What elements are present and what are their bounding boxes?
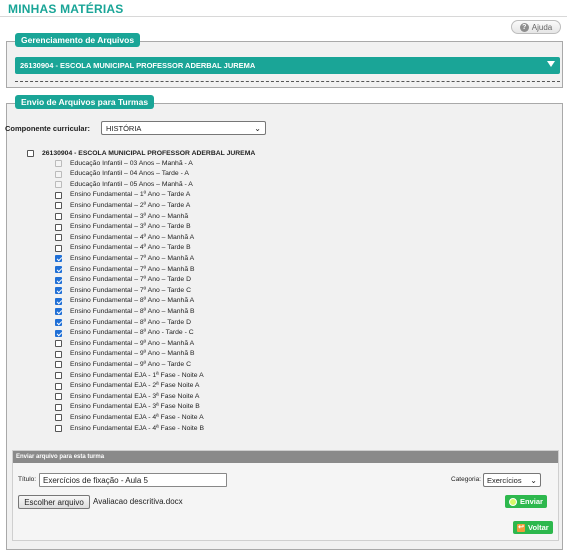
class-checkbox[interactable] xyxy=(55,287,62,295)
class-checkbox-label: Ensino Fundamental EJA - 4ª Fase - Noite… xyxy=(70,424,204,432)
class-checkbox[interactable] xyxy=(55,393,62,401)
title-input-value: Exercícios de fixação - Aula 5 xyxy=(43,475,148,485)
class-checkbox-label: Ensino Fundamental – 7º Ano – Tarde D xyxy=(70,276,192,284)
class-checkbox[interactable] xyxy=(55,308,62,316)
help-label: Ajuda xyxy=(531,22,553,32)
class-checkbox-label: Ensino Fundamental – 9º Ano – Tarde C xyxy=(70,360,192,368)
send-button[interactable]: Enviar xyxy=(505,495,547,508)
class-checkbox[interactable] xyxy=(55,266,62,273)
category-select[interactable]: Exercícios ⌄ xyxy=(483,473,541,487)
class-checkbox-label: Ensino Fundamental – 8º Ano – Manhã B xyxy=(70,307,195,315)
class-checkbox[interactable] xyxy=(55,202,62,210)
chevron-down-icon: ⌄ xyxy=(254,124,261,133)
class-checkbox-label: Ensino Fundamental – 3º Ano – Tarde B xyxy=(70,223,191,231)
class-checkbox[interactable] xyxy=(55,223,62,231)
class-checkbox-label: Ensino Fundamental – 9º Ano – Manhã A xyxy=(70,339,195,347)
dashed-divider xyxy=(15,81,560,82)
class-checkbox[interactable] xyxy=(55,244,62,252)
class-checkbox-label: Ensino Fundamental – 8º Ano - Tarde - C xyxy=(70,329,194,337)
class-checkbox-label: Ensino Fundamental – 8º Ano – Manhã A xyxy=(70,297,195,305)
choose-file-button[interactable]: Escolher arquivo xyxy=(18,495,90,509)
class-checkbox[interactable] xyxy=(55,297,62,305)
class-checkbox-label: Educação Infantil – 04 Anos – Tarde - A xyxy=(70,170,189,178)
school-dropdown[interactable]: 26130904 - ESCOLA MUNICIPAL PROFESSOR AD… xyxy=(15,57,560,74)
school-dropdown-value: 26130904 - ESCOLA MUNICIPAL PROFESSOR AD… xyxy=(20,61,256,70)
class-checkbox-label: Ensino Fundamental EJA - 3ª Fase Noite A xyxy=(70,392,200,400)
title-input[interactable]: Exercícios de fixação - Aula 5 xyxy=(39,473,227,487)
school-checkbox[interactable] xyxy=(27,150,34,157)
class-checkbox[interactable] xyxy=(55,361,62,369)
send-icon xyxy=(509,497,517,506)
class-checkbox-label: Ensino Fundamental EJA - 1ª Fase - Noite… xyxy=(70,371,204,379)
page-title: MINHAS MATÉRIAS xyxy=(8,2,124,16)
back-arrow-icon: ↩ xyxy=(517,523,525,532)
dropdown-arrow-icon xyxy=(547,61,555,67)
class-checkbox-label: Educação Infantil – 05 Anos – Manhã - A xyxy=(70,180,193,188)
selected-file-name: Avaliacao descritiva.docx xyxy=(93,497,183,506)
class-checkbox-label: Ensino Fundamental EJA - 4ª Fase - Noite… xyxy=(70,413,204,421)
class-checkbox[interactable] xyxy=(55,414,62,422)
class-checkbox[interactable] xyxy=(55,403,62,411)
class-checkbox-label: Ensino Fundamental – 1º Ano – Tarde A xyxy=(70,191,191,199)
school-checkbox-label: 26130904 - ESCOLA MUNICIPAL PROFESSOR AD… xyxy=(42,150,256,157)
back-button[interactable]: ↩ Voltar xyxy=(513,521,553,534)
class-checkbox xyxy=(55,170,62,178)
upload-header: Enviar arquivo para esta turma xyxy=(13,451,558,463)
title-divider xyxy=(0,16,567,17)
class-checkbox[interactable] xyxy=(55,382,62,390)
category-select-value: Exercícios xyxy=(487,475,522,485)
class-checkbox-label: Educação Infantil – 03 Anos – Manhã - A xyxy=(70,159,193,167)
class-checkbox-label: Ensino Fundamental – 8º Ano – Tarde D xyxy=(70,318,192,326)
class-checkbox-label: Ensino Fundamental – 7º Ano – Tarde C xyxy=(70,286,192,294)
component-select-value: HISTÓRIA xyxy=(106,123,142,133)
class-checkbox-label: Ensino Fundamental – 7º Ano – Manhã A xyxy=(70,254,195,262)
question-circle-icon: ? xyxy=(519,22,529,32)
upload-section: Enviar arquivo para esta turma Título: E… xyxy=(12,450,559,541)
class-checkbox-label: Ensino Fundamental EJA - 3ª Fase Noite B xyxy=(70,403,200,411)
files-panel-legend: Gerenciamento de Arquivos xyxy=(15,33,141,47)
class-checkbox-label: Ensino Fundamental – 4º Ano – Manhã A xyxy=(70,233,195,241)
class-checkbox[interactable] xyxy=(55,319,62,326)
class-checkbox xyxy=(55,181,62,189)
class-checkbox-label: Ensino Fundamental – 4º Ano – Tarde B xyxy=(70,244,191,252)
class-checkbox[interactable] xyxy=(55,234,62,242)
class-checkbox[interactable] xyxy=(55,329,62,337)
class-checkbox-label: Ensino Fundamental – 7º Ano – Manhã B xyxy=(70,265,195,273)
title-label: Título: xyxy=(18,476,37,483)
help-button[interactable]: ? Ajuda xyxy=(511,20,561,34)
class-checkbox[interactable] xyxy=(55,340,62,348)
send-button-label: Enviar xyxy=(520,497,543,506)
class-checkbox[interactable] xyxy=(55,276,62,284)
class-checkbox xyxy=(55,160,62,167)
class-checkbox[interactable] xyxy=(55,213,62,220)
component-select[interactable]: HISTÓRIA ⌄ xyxy=(101,121,266,135)
class-checkbox-label: Ensino Fundamental EJA - 2ª Fase Noite A xyxy=(70,382,200,390)
send-panel-legend: Envio de Arquivos para Turmas xyxy=(15,95,155,109)
class-checkbox-label: Ensino Fundamental – 9º Ano – Manhã B xyxy=(70,350,195,358)
component-label: Componente curricular: xyxy=(5,124,91,133)
files-panel: Gerenciamento de Arquivos 26130904 - ESC… xyxy=(6,33,563,88)
class-checkbox-label: Ensino Fundamental – 2º Ano – Tarde A xyxy=(70,201,191,209)
chevron-down-icon: ⌄ xyxy=(530,476,537,485)
class-checkbox[interactable] xyxy=(55,372,62,379)
class-checkbox-label: Ensino Fundamental – 3º Ano – Manhã xyxy=(70,212,189,220)
class-checkbox[interactable] xyxy=(55,191,62,199)
class-checkbox[interactable] xyxy=(55,255,62,263)
back-button-label: Voltar xyxy=(528,523,549,532)
class-checkbox[interactable] xyxy=(55,350,62,358)
category-label: Categoria: xyxy=(451,476,481,483)
class-checkbox[interactable] xyxy=(55,425,62,432)
